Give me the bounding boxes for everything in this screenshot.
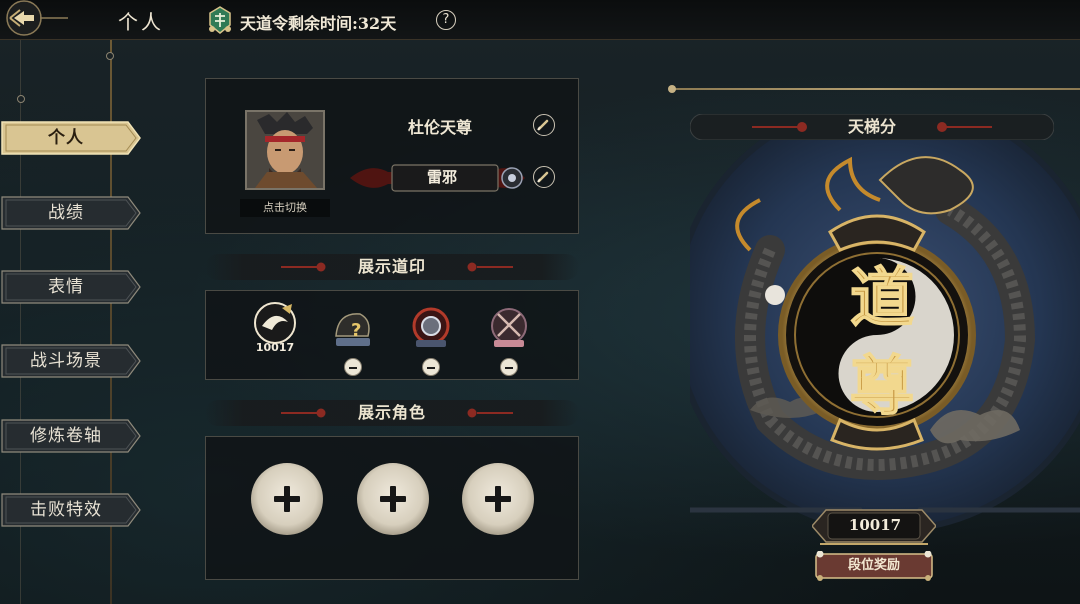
red-disc-seal-icon[interactable]: [408, 306, 454, 352]
avatar[interactable]: [245, 110, 325, 190]
rank-glyph-1: 道: [850, 261, 914, 336]
sidebar-item-label: 个人: [48, 128, 84, 148]
ladder-title: 天梯分: [847, 117, 896, 136]
sidebar-item-label: 表情: [48, 277, 84, 297]
add-character-button[interactable]: [251, 463, 323, 535]
ladder-divider: [672, 88, 1080, 90]
player-name: 杜伦天尊: [407, 118, 472, 137]
edit-title-button[interactable]: [533, 166, 555, 188]
sidebar-item-battle-scene[interactable]: 战斗场景: [0, 344, 142, 378]
back-arrow-icon: [6, 0, 68, 36]
svg-text:?: ?: [351, 320, 361, 341]
help-button[interactable]: ?: [436, 10, 456, 30]
token-value: 32天: [357, 14, 397, 33]
ladder-score: 10017: [848, 516, 902, 534]
add-character-button[interactable]: [357, 463, 429, 535]
sidebar-item-label: 战斗场景: [30, 351, 102, 371]
ladder-seal-icon[interactable]: [252, 300, 298, 346]
heaven-token-icon: [206, 5, 234, 35]
characters-title: 展示角色: [357, 403, 426, 422]
rank-reward-label: 段位奖励: [847, 558, 900, 573]
rail-ornament: [17, 95, 25, 103]
sidebar-item-label: 战绩: [48, 203, 84, 223]
flower-ornament-icon: [467, 408, 513, 418]
seals-title: 展示道印: [357, 257, 426, 276]
page-title: 个人: [118, 10, 164, 34]
brush-icon: [537, 171, 549, 183]
avatar-portrait-icon: [247, 112, 323, 188]
mystery-seal-icon[interactable]: ?: [330, 306, 376, 352]
divider-ornament: [668, 85, 676, 93]
sidebar-item-scroll[interactable]: 修炼卷轴: [0, 419, 142, 453]
seals-section-header: 展示道印: [205, 254, 579, 280]
flower-ornament-icon: [467, 262, 513, 272]
rail-ornament: [106, 52, 114, 60]
sidebar-item-defeat-effect[interactable]: 击败特效: [0, 493, 142, 527]
sidebar-item-record[interactable]: 战绩: [0, 196, 142, 230]
title-badge-text: 雷邪: [426, 168, 457, 186]
brush-icon: [537, 119, 549, 131]
remove-seal-button[interactable]: [422, 358, 440, 376]
avatar-switch-caption[interactable]: 点击切换: [240, 199, 330, 217]
sidebar-item-emotes[interactable]: 表情: [0, 270, 142, 304]
dragon-taiji-emblem-icon: 道 尊: [670, 97, 1080, 533]
seal-label: 10017: [255, 341, 295, 354]
remove-seal-button[interactable]: [500, 358, 518, 376]
token-label: 天道令剩余时间:: [240, 14, 358, 33]
blade-seal-icon[interactable]: [486, 306, 532, 352]
add-character-button[interactable]: [462, 463, 534, 535]
edit-name-button[interactable]: [533, 114, 555, 136]
sidebar-item-label: 修炼卷轴: [30, 426, 102, 446]
token-remaining: 天道令剩余时间:32天: [240, 10, 396, 34]
rank-emblem: 道 尊: [670, 97, 1080, 540]
remove-seal-button[interactable]: [344, 358, 362, 376]
sidebar-item-label: 击败特效: [30, 500, 102, 520]
back-button[interactable]: [0, 0, 74, 40]
rank-glyph-2: 尊: [850, 349, 914, 424]
characters-section-header: 展示角色: [205, 400, 579, 426]
sidebar-item-profile[interactable]: 个人: [0, 121, 142, 155]
